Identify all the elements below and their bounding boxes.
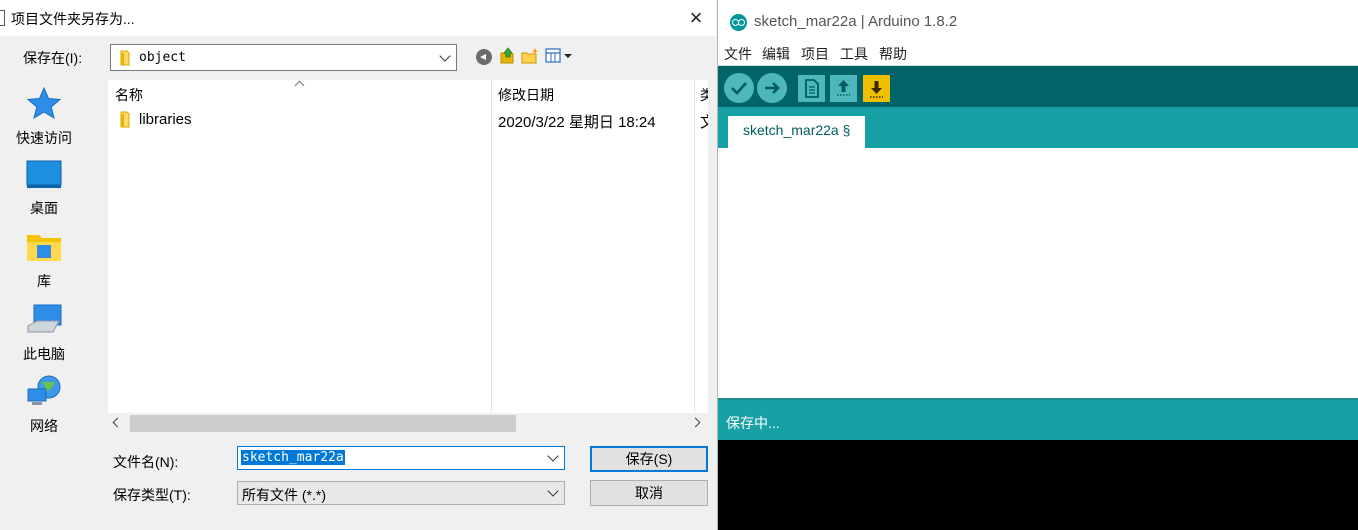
scroll-left-icon[interactable] [112,417,123,428]
desktop-icon [26,160,62,188]
ide-toolbar [718,66,1358,107]
place-label: 桌面 [30,200,58,216]
places-bar: 快速访问 桌面 库 此电脑 网络 [0,80,103,525]
save-in-value: object [139,50,186,65]
file-name-label: 文件名(N): [113,454,179,470]
sketch-tab-bar: sketch_mar22a § [718,107,1358,148]
save-button[interactable]: 保存(S) [590,446,708,472]
scrollbar-thumb[interactable] [130,415,516,432]
place-this-pc[interactable]: 此电脑 [0,302,88,364]
place-label: 此电脑 [23,346,65,362]
sort-ascending-icon [294,80,305,91]
arduino-logo-icon [730,14,747,31]
file-name: libraries [139,111,192,128]
place-library[interactable]: 库 [0,230,88,292]
open-icon[interactable] [830,75,857,102]
menu-bar: 文件 编辑 项目 工具 帮助 [718,42,1358,66]
file-row[interactable]: libraries 2020/3/22 星期日 18:24 文 [108,108,708,132]
menu-sketch[interactable]: 项目 [801,44,829,64]
place-label: 快速访问 [16,130,72,146]
up-folder-icon[interactable] [499,47,515,65]
upload-icon[interactable] [757,73,787,103]
this-pc-icon [27,304,62,333]
save-in-combo[interactable]: object [110,44,457,71]
folder-icon [120,50,130,66]
arduino-ide-window: sketch_mar22a | Arduino 1.8.2 文件 编辑 项目 工… [717,0,1358,530]
file-name-input[interactable]: sketch_mar22a [237,446,565,470]
code-editor[interactable] [718,148,1358,398]
place-network[interactable]: 网络 [0,374,88,436]
menu-help[interactable]: 帮助 [879,44,907,64]
chevron-down-icon[interactable] [547,485,559,497]
save-in-label: 保存在(I): [23,50,83,66]
status-text: 保存中... [726,415,780,431]
ide-titlebar: sketch_mar22a | Arduino 1.8.2 [718,0,1358,42]
file-type-value: 所有文件 (*.*) [242,487,326,503]
column-modified[interactable]: 修改日期 [498,85,554,105]
file-list[interactable]: 名称 修改日期 类 libraries 2020/3/22 星期日 18:24 … [108,80,708,433]
file-type: 文 [700,114,708,131]
status-bar: 保存中... [718,398,1358,440]
tab-sketch[interactable]: sketch_mar22a § [728,116,865,148]
horizontal-scrollbar[interactable] [108,413,708,433]
save-icon[interactable] [863,75,890,102]
close-icon[interactable]: × [676,2,716,34]
new-folder-icon[interactable] [521,47,539,65]
dialog-titlebar: 项目文件夹另存为... × [0,0,716,36]
file-type-select[interactable]: 所有文件 (*.*) [237,481,565,505]
column-header: 名称 修改日期 类 [108,80,708,108]
console-output[interactable] [718,440,1358,530]
dialog-app-icon [0,10,5,26]
column-name[interactable]: 名称 [115,85,143,105]
place-label: 网络 [30,418,58,434]
menu-file[interactable]: 文件 [724,44,752,64]
column-type[interactable]: 类 [700,85,708,105]
cancel-button[interactable]: 取消 [590,480,708,506]
place-label: 库 [37,273,51,289]
library-icon [27,235,61,261]
file-type-label: 保存类型(T): [113,487,191,503]
quick-access-star-icon [26,86,62,120]
network-icon [27,375,61,405]
place-quick-access[interactable]: 快速访问 [0,86,88,148]
folder-icon [120,111,130,128]
menu-tools[interactable]: 工具 [840,44,868,64]
view-menu-icon[interactable] [545,48,575,64]
dialog-title: 项目文件夹另存为... [11,11,135,27]
save-as-dialog: 项目文件夹另存为... × 保存在(I): object 快速访问 桌面 库 此… [0,0,716,530]
new-icon[interactable] [798,75,825,102]
chevron-down-icon[interactable] [547,450,559,462]
scroll-right-icon[interactable] [690,417,701,428]
chevron-down-icon[interactable] [439,50,451,62]
back-icon[interactable] [476,49,492,65]
place-desktop[interactable]: 桌面 [0,158,88,220]
verify-icon[interactable] [724,73,754,103]
file-name-value[interactable]: sketch_mar22a [241,450,345,465]
file-modified: 2020/3/22 星期日 18:24 [498,114,656,131]
ide-title: sketch_mar22a | Arduino 1.8.2 [754,13,958,30]
menu-edit[interactable]: 编辑 [762,44,790,64]
